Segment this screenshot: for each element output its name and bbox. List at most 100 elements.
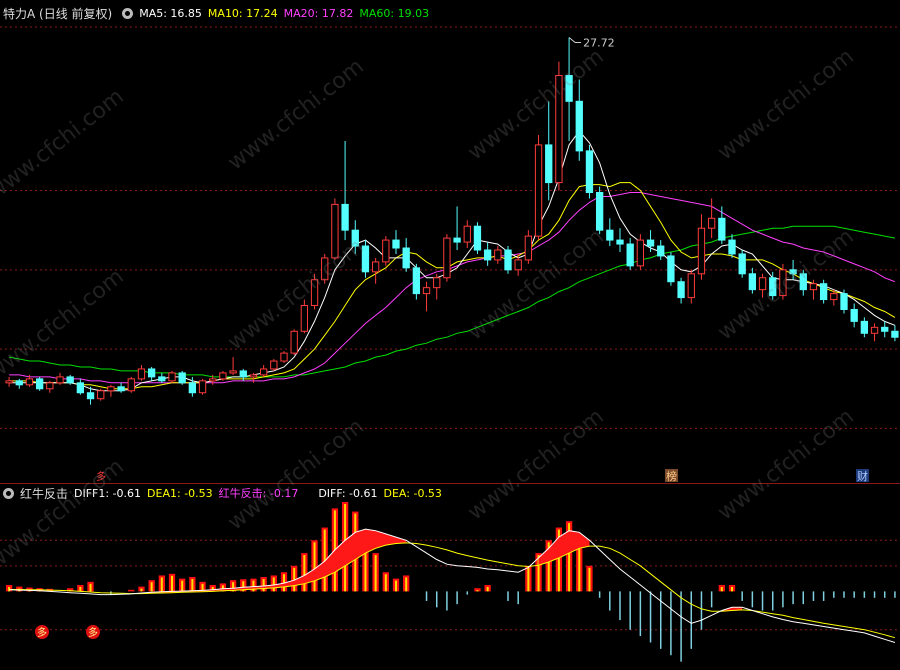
histogram-bar-core [486, 587, 489, 592]
ma60-line [9, 225, 895, 378]
histogram-bar-core [89, 583, 92, 592]
candle [850, 308, 858, 322]
candle [636, 239, 645, 267]
duo-marker-top: 多 [96, 470, 106, 483]
candle [626, 243, 634, 267]
candle [616, 239, 624, 245]
candle [300, 305, 309, 332]
candle [585, 150, 594, 194]
candle [738, 253, 746, 275]
price-chart[interactable]: 27.72 多 榜 财 [0, 0, 900, 484]
candle [402, 247, 410, 269]
candle [514, 259, 522, 271]
ma5-line [9, 130, 896, 392]
histogram-bar-core [384, 574, 387, 592]
candle [707, 217, 716, 229]
histogram-bar-core [374, 555, 377, 592]
histogram-bar-core [395, 580, 397, 592]
candle [769, 277, 777, 297]
indicator-chart[interactable]: 多多 [0, 484, 900, 670]
candle [840, 293, 848, 310]
histogram-bar-core [252, 580, 255, 592]
candle [137, 368, 146, 380]
candle [799, 273, 807, 291]
candle [595, 192, 604, 231]
candle [687, 273, 695, 299]
candle [545, 144, 553, 184]
candle [127, 378, 135, 392]
candle [524, 235, 533, 261]
candle [453, 237, 461, 243]
candle [310, 279, 319, 307]
candle [86, 392, 95, 400]
candle [259, 368, 268, 376]
histogram-bar-core [720, 587, 723, 592]
candle [860, 320, 869, 334]
candle [758, 277, 767, 291]
candle [239, 370, 247, 378]
histogram-bar-core [588, 567, 591, 592]
candle [443, 237, 451, 279]
candle [881, 326, 889, 332]
candle [321, 257, 329, 281]
candle [56, 376, 64, 384]
candle [97, 390, 105, 400]
candle [107, 386, 115, 392]
histogram-bar-core [476, 590, 479, 592]
histogram-bar-core [181, 580, 184, 592]
histogram-bar-core [191, 579, 194, 592]
candle [229, 370, 237, 374]
candle [646, 239, 655, 247]
histogram-bar-core [150, 582, 153, 592]
diff-line [9, 528, 896, 643]
histogram-bar-core [171, 575, 173, 592]
candle [504, 249, 512, 271]
histogram-bar-core [527, 567, 530, 592]
candle [606, 229, 614, 241]
candle [565, 75, 573, 102]
candle [270, 360, 278, 370]
candle [657, 245, 665, 257]
candle [198, 380, 207, 394]
candle [280, 352, 288, 362]
peak-pointer [568, 37, 582, 43]
candle [178, 372, 186, 384]
histogram-bar-core [140, 588, 143, 592]
candle [209, 378, 217, 382]
candle [392, 239, 400, 249]
candle [5, 380, 13, 384]
candle [789, 269, 797, 275]
candle [575, 100, 583, 152]
candle [494, 249, 502, 261]
candle [728, 239, 736, 255]
histogram-bar-core [731, 587, 733, 592]
candle [870, 326, 879, 334]
candle [219, 372, 227, 380]
candle [66, 376, 74, 384]
peak-label: 27.72 [583, 36, 615, 49]
candle [117, 386, 125, 392]
candle [483, 249, 492, 261]
candle [809, 283, 818, 291]
candle [341, 203, 349, 231]
candle [168, 372, 176, 382]
histogram-bar-core [262, 579, 265, 592]
histogram-bar-up [128, 589, 135, 592]
candle [249, 374, 258, 378]
histogram-bar-core [303, 555, 306, 592]
candle [697, 227, 706, 275]
candle [463, 225, 471, 243]
candle [819, 283, 828, 301]
candle [382, 239, 390, 263]
duo-signal: 多 [88, 626, 98, 639]
candle [422, 287, 431, 295]
candle [158, 376, 166, 382]
candle [534, 144, 543, 237]
candle [290, 330, 298, 354]
candle [188, 382, 197, 394]
candle [15, 380, 23, 386]
candle [667, 255, 675, 283]
histogram-bar-core [160, 577, 163, 592]
candle [748, 273, 757, 291]
bang-marker: 榜 [666, 469, 677, 483]
